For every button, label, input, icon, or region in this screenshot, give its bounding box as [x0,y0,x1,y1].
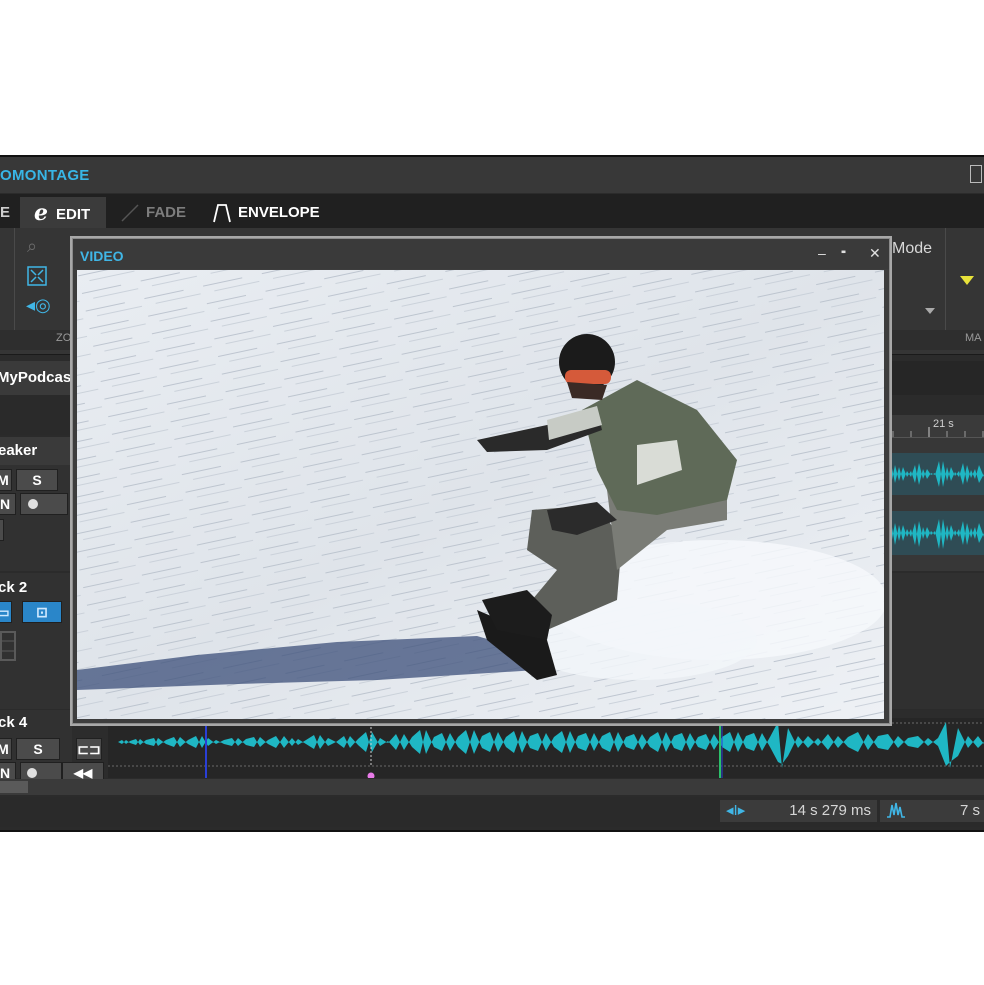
envelope-curve-icon [213,204,231,223]
scrollbar-thumb[interactable] [0,781,28,793]
track-header: ck 2 ▭ ⊡ [0,573,72,709]
fade-slope-icon [121,204,139,222]
ribbon-tab-bar: E e EDIT FADE ENVELOPE [0,194,984,228]
track-name: ck 4 [0,714,28,731]
time-value: 7 s [959,802,980,819]
tab-envelope-label: ENVELOPE [238,204,320,221]
mute-button[interactable]: M [0,738,12,760]
tab-fade-label: FADE [146,204,187,221]
record-button[interactable] [20,493,68,515]
monitor-button[interactable]: N [0,493,16,515]
monitor-button-label: N [0,496,11,512]
track-option-button[interactable] [0,519,4,541]
marker-group-label: MA [965,332,982,344]
edit-e-icon: e [34,200,48,226]
track-name: eaker [0,442,38,459]
track-lane[interactable] [108,718,984,778]
layout-icon[interactable]: ▪▪ [841,247,846,258]
close-icon[interactable]: ✕ [869,245,881,262]
tab-partial[interactable]: E [0,197,18,228]
mute-button[interactable]: M [0,469,12,491]
video-toggle-button[interactable]: ▭ [0,601,12,623]
window-title: OMONTAGE [0,167,90,184]
snowboarder-video-image [77,270,884,719]
video-window-title: VIDEO [80,248,124,264]
ruler-ticks [892,427,984,437]
tab-edit-label: EDIT [56,206,91,223]
video-window-titlebar[interactable]: VIDEO – ▪▪ ✕ [73,239,889,269]
maximize-icon[interactable] [970,165,982,183]
mute-button-label: M [0,741,9,757]
zoom-icon[interactable]: ⌕ [27,236,37,257]
audio-clip-waveform[interactable] [887,453,984,555]
audio-clip-waveform[interactable] [108,718,984,778]
document-tab[interactable]: MyPodcast [0,361,72,395]
solo-button-label: S [32,472,42,488]
record-icon [27,768,37,778]
horizontal-scrollbar[interactable] [0,779,984,795]
video-window[interactable]: VIDEO – ▪▪ ✕ [72,238,890,724]
track-name: ck 2 [0,579,28,596]
solo-button[interactable]: S [16,738,60,760]
tab-fade[interactable]: FADE [112,197,198,228]
track-header-spacer [0,395,72,435]
mute-button-label: M [0,472,9,488]
title-bar: OMONTAGE [0,157,984,193]
fit-icon[interactable] [27,266,47,291]
minimize-icon[interactable]: – [818,245,826,261]
chevron-down-icon[interactable] [925,308,935,314]
tab-edit[interactable]: e EDIT [20,197,106,228]
film-strip-icon [0,631,16,661]
zoom-in-icon[interactable]: ◂◎ [26,295,51,316]
status-bar: 14 s 279 ms ◂I▸ 7 s [0,797,984,827]
marker-icon[interactable] [960,276,974,285]
tab-partial-label: E [0,204,11,221]
track-lane[interactable] [887,573,984,709]
record-icon [28,499,38,509]
cursor-time-value: 14 s 279 ms [789,802,871,819]
track-header: eaker M S N [0,437,72,571]
cursor-position-icon: ◂I▸ [726,802,746,819]
video-thumbnail-button[interactable]: ⊡ [22,601,62,623]
zoom-group-label: ZO [56,332,72,344]
lock-button[interactable]: ⊏⊐ [76,738,102,760]
video-frame [77,270,884,719]
solo-button[interactable]: S [16,469,58,491]
solo-button-label: S [33,741,43,757]
tab-envelope[interactable]: ENVELOPE [200,197,326,228]
waveform-icon [887,802,905,818]
mode-label: Mode [892,240,933,257]
timeline-ruler[interactable]: 21 s [887,415,984,438]
